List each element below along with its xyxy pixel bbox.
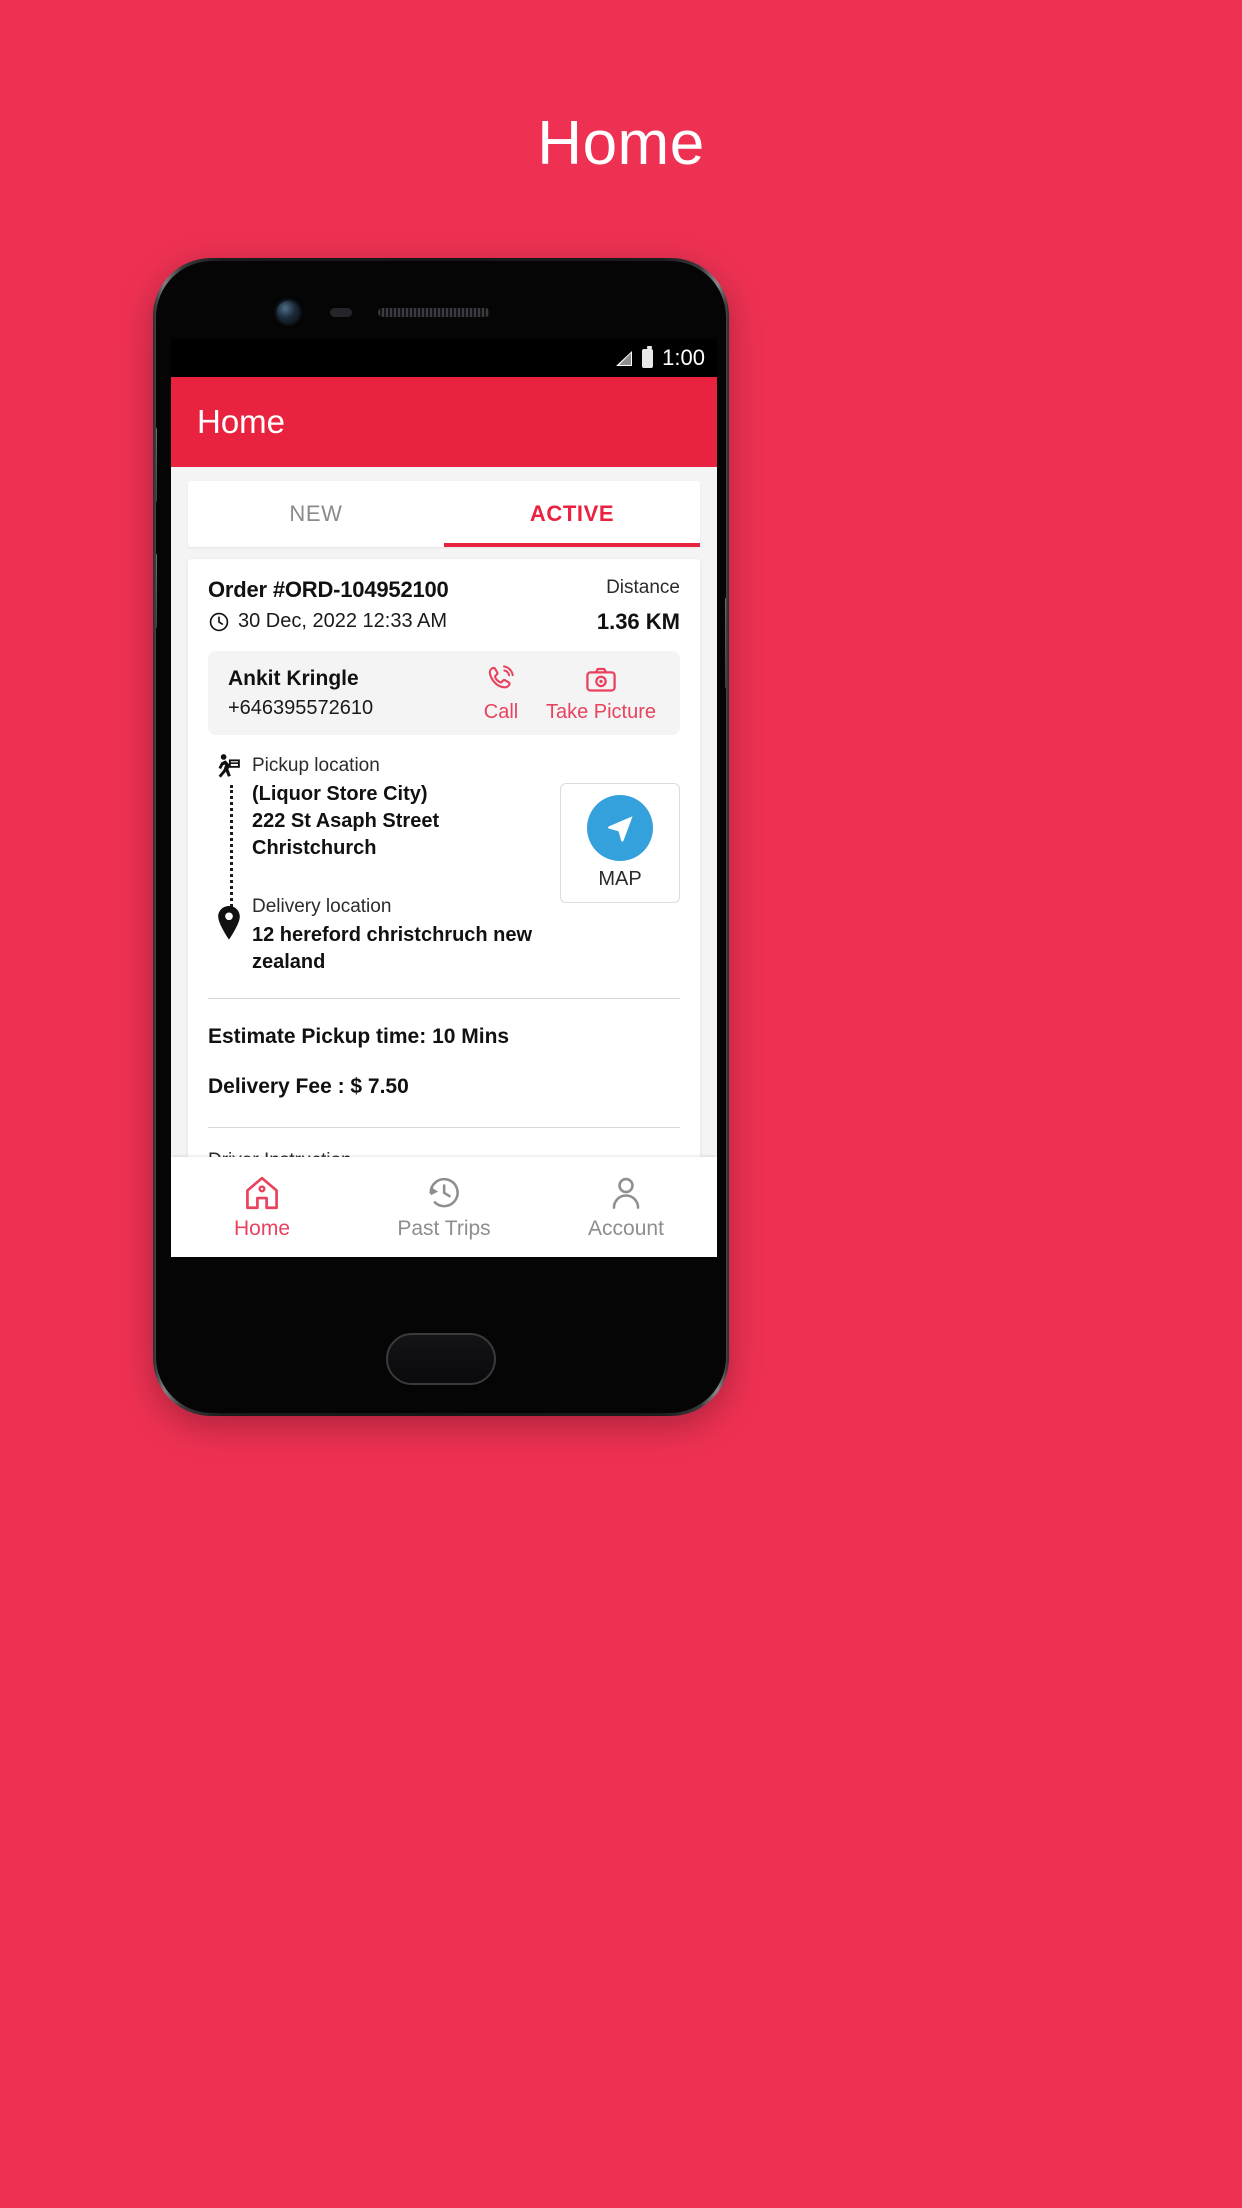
contact-name: Ankit Kringle bbox=[228, 666, 359, 690]
nav-item-account-label: Account bbox=[588, 1216, 664, 1240]
order-date: 30 Dec, 2022 12:33 AM bbox=[238, 610, 448, 632]
pickup-address: (Liquor Store City) 222 St Asaph Street … bbox=[252, 781, 550, 862]
proximity-sensor-icon bbox=[330, 308, 352, 317]
clock-icon bbox=[209, 612, 229, 631]
distance-value: 1.36 KM bbox=[596, 609, 680, 634]
pickup-address-line1: (Liquor Store City) bbox=[252, 783, 428, 805]
status-bar-time: 1:00 bbox=[662, 345, 705, 370]
order-distance: Distance 1.36 KM bbox=[597, 577, 680, 635]
divider-2 bbox=[208, 1127, 680, 1128]
order-header-left: Order #ORD-104952100 30 Dec, 2022 12:33 … bbox=[208, 577, 449, 633]
locations-spacer bbox=[252, 862, 550, 896]
sensor-row bbox=[156, 299, 726, 325]
bottom-navigation: Home Past Trips Account bbox=[171, 1157, 717, 1257]
phone-screen: 1:00 Home NEW ACTIVE Order #ORD-10495210… bbox=[171, 339, 717, 1257]
delivery-address: 12 hereford christchruch new zealand bbox=[252, 924, 533, 973]
delivery-location-label: Delivery location bbox=[252, 896, 392, 917]
home-icon bbox=[246, 1176, 278, 1209]
phone-device-frame: 1:00 Home NEW ACTIVE Order #ORD-10495210… bbox=[153, 258, 729, 1416]
phone-bezel: 1:00 Home NEW ACTIVE Order #ORD-10495210… bbox=[156, 261, 726, 1413]
nav-item-past-trips[interactable]: Past Trips bbox=[353, 1157, 535, 1257]
nav-item-home-label: Home bbox=[233, 1216, 291, 1240]
divider-1 bbox=[208, 998, 680, 999]
nav-item-home[interactable]: Home bbox=[171, 1157, 353, 1257]
running-courier-icon bbox=[218, 754, 240, 778]
signal-bars-icon bbox=[616, 350, 633, 366]
pickup-location-label: Pickup location bbox=[252, 755, 380, 776]
volume-up-button[interactable] bbox=[156, 427, 157, 503]
route-dotted-line bbox=[230, 785, 233, 913]
take-picture-button[interactable]: Take Picture bbox=[536, 663, 666, 724]
estimate-pickup-time: Estimate Pickup time: 10 Mins bbox=[208, 1025, 510, 1048]
camera-icon bbox=[586, 667, 616, 692]
app-content: NEW ACTIVE Order #ORD-104952100 30 Dec, … bbox=[171, 467, 717, 1257]
volume-down-button[interactable] bbox=[156, 553, 157, 629]
phone-call-icon bbox=[488, 664, 514, 688]
nav-item-account[interactable]: Account bbox=[535, 1157, 717, 1257]
contact-info: Ankit Kringle +646395572610 bbox=[228, 667, 466, 720]
order-id: Order #ORD-104952100 bbox=[208, 577, 449, 602]
distance-label: Distance bbox=[606, 577, 680, 598]
map-pin-icon bbox=[218, 905, 240, 940]
tab-active-label: ACTIVE bbox=[529, 501, 615, 526]
front-camera-icon bbox=[277, 301, 299, 323]
status-bar: 1:00 bbox=[171, 339, 717, 377]
tab-new[interactable]: NEW bbox=[188, 481, 444, 547]
locations-section: Pickup location (Liquor Store City) 222 … bbox=[208, 754, 680, 976]
take-picture-label: Take Picture bbox=[545, 700, 657, 723]
contact-phone: +646395572610 bbox=[228, 696, 374, 719]
locations-text: Pickup location (Liquor Store City) 222 … bbox=[208, 754, 550, 976]
page-title: Home bbox=[537, 109, 705, 178]
power-button[interactable] bbox=[725, 597, 726, 689]
app-bar: Home bbox=[171, 377, 717, 467]
pickup-address-line2: 222 St Asaph Street Christchurch bbox=[252, 810, 440, 859]
call-label: Call bbox=[483, 700, 519, 723]
order-card[interactable]: Order #ORD-104952100 30 Dec, 2022 12:33 … bbox=[188, 559, 700, 1219]
map-button[interactable]: MAP bbox=[560, 783, 680, 903]
contact-strip: Ankit Kringle +646395572610 Call Take Pi… bbox=[208, 651, 680, 735]
earpiece-speaker-icon bbox=[378, 308, 490, 317]
delivery-fee: Delivery Fee : $ 7.50 bbox=[208, 1075, 409, 1098]
order-header: Order #ORD-104952100 30 Dec, 2022 12:33 … bbox=[208, 577, 680, 635]
nav-item-past-trips-label: Past Trips bbox=[397, 1216, 491, 1240]
map-button-label: MAP bbox=[598, 868, 642, 890]
app-bar-title: Home bbox=[197, 403, 286, 440]
battery-icon bbox=[642, 345, 654, 368]
map-button-circle bbox=[587, 795, 653, 861]
tab-bar: NEW ACTIVE bbox=[188, 481, 700, 547]
order-date-row: 30 Dec, 2022 12:33 AM bbox=[208, 610, 449, 633]
navigation-arrow-icon bbox=[608, 816, 633, 842]
tab-active[interactable]: ACTIVE bbox=[444, 481, 700, 547]
home-hardware-button[interactable] bbox=[386, 1333, 496, 1385]
call-button[interactable]: Call bbox=[466, 663, 536, 724]
person-icon bbox=[612, 1177, 640, 1209]
tab-new-label: NEW bbox=[289, 501, 343, 526]
history-clock-icon bbox=[429, 1177, 459, 1207]
